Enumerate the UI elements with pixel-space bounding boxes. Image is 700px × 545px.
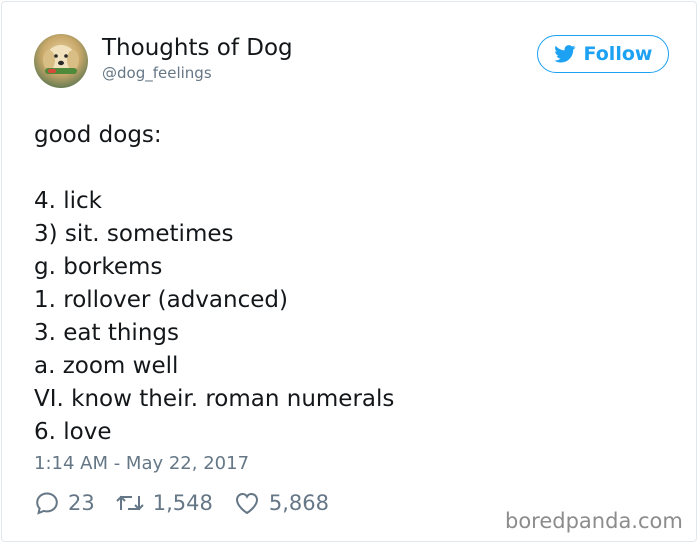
timestamp[interactable]: 1:14 AM - May 22, 2017 [34,453,249,474]
heart-icon [235,492,258,515]
tweet-card: Thoughts of Dog @dog_feelings Follow goo… [1,1,697,542]
retweet-count: 1,548 [152,491,213,515]
follow-label: Follow [583,43,653,65]
like-count: 5,868 [268,491,329,515]
tweet-line: a. zoom well [34,353,179,379]
avatar[interactable] [34,34,88,88]
tweet-line: 6. love [34,419,112,445]
reply-button[interactable]: 23 [34,490,95,516]
tweet-line: 3) sit. sometimes [34,221,234,247]
tweet-line: good dogs: [34,122,162,148]
display-name[interactable]: Thoughts of Dog [102,35,293,61]
handle[interactable]: @dog_feelings [102,64,212,82]
dog-avatar-icon [43,45,79,74]
reply-count: 23 [68,491,95,515]
tweet-line: 3. eat things [34,320,179,346]
tweet-text: good dogs: 4. lick 3) sit. sometimes g. … [34,119,394,449]
retweet-button[interactable]: 1,548 [115,490,213,516]
like-button[interactable]: 5,868 [233,490,329,516]
watermark: boredpanda.com [505,509,683,533]
tweet-line: VI. know their. roman numerals [34,386,395,412]
follow-button[interactable]: Follow [537,35,669,73]
tweet-line: 4. lick [34,188,103,214]
action-bar: 23 1,548 5,868 [34,488,349,518]
twitter-bird-icon [553,45,575,63]
tweet-line: 1. rollover (advanced) [34,287,288,313]
retweet-icon [116,495,144,511]
reply-icon [36,492,58,515]
tweet-line: g. borkems [34,254,163,280]
